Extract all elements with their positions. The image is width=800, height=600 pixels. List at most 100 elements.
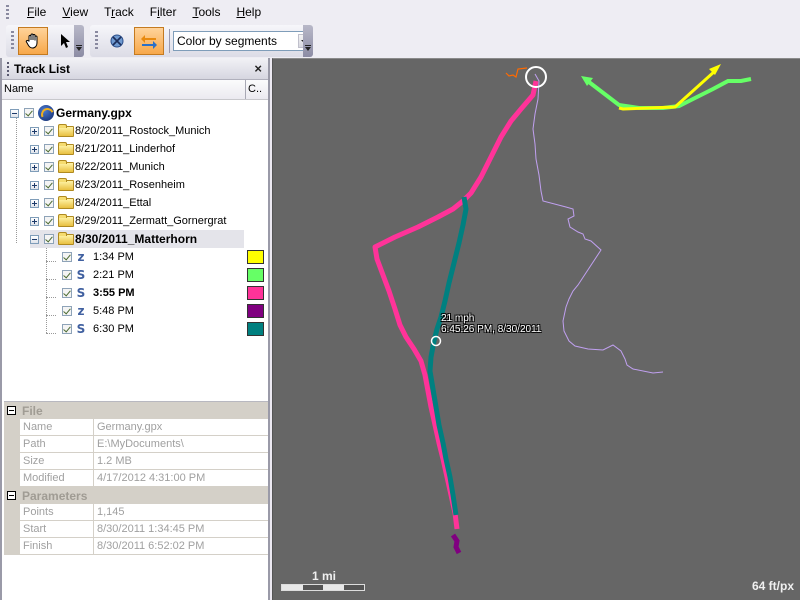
clear-button[interactable] bbox=[102, 27, 132, 55]
property-row[interactable]: Size 1.2 MB bbox=[4, 453, 268, 470]
track-zigzag-icon: S bbox=[76, 322, 86, 336]
map-view[interactable]: 21 mph 6:45:26 PM, 8/30/2011 1 mi 64 ft/… bbox=[272, 58, 800, 600]
menu-track[interactable]: Track bbox=[96, 5, 142, 19]
folder-checkbox[interactable] bbox=[44, 144, 54, 154]
track-checkbox[interactable] bbox=[62, 252, 72, 262]
tree-folder-selected[interactable]: 8/30/2011_Matterhorn bbox=[30, 230, 244, 248]
tools-toolbar bbox=[6, 25, 84, 57]
tree-folder[interactable]: 8/29/2011_Zermatt_Gornergrat bbox=[30, 212, 226, 230]
track-color-swatch[interactable] bbox=[247, 286, 264, 300]
property-value: 1.2 MB bbox=[94, 453, 268, 470]
track-checkbox[interactable] bbox=[62, 270, 72, 280]
property-value: E:\MyDocuments\ bbox=[94, 436, 268, 453]
toolbar-grip[interactable] bbox=[95, 31, 98, 51]
track-path-yellow[interactable] bbox=[618, 69, 717, 111]
folder-icon bbox=[58, 231, 74, 245]
property-category-parameters[interactable]: Parameters bbox=[4, 487, 268, 504]
track-checkbox[interactable] bbox=[62, 288, 72, 298]
color-mode-dropdown[interactable]: Color by segments bbox=[173, 31, 313, 51]
tree-root-germany[interactable]: Germany.gpx bbox=[10, 104, 132, 122]
menu-file[interactable]: File bbox=[19, 5, 54, 19]
toolbar-overflow-button[interactable] bbox=[74, 25, 84, 57]
tree-folder[interactable]: 8/21/2011_Linderhof bbox=[30, 140, 175, 158]
menu-bar: File View Track Filter Tools Help bbox=[0, 0, 800, 24]
property-row[interactable]: Start 8/30/2011 1:34:45 PM bbox=[4, 521, 268, 538]
collapse-icon[interactable] bbox=[10, 108, 19, 118]
folder-icon bbox=[58, 177, 74, 191]
property-row[interactable]: Points 1,145 bbox=[4, 504, 268, 521]
column-name[interactable]: Name bbox=[2, 80, 246, 99]
expand-icon[interactable] bbox=[30, 198, 39, 208]
swap-direction-button[interactable] bbox=[134, 27, 164, 55]
track-item[interactable]: S 3:55 PM bbox=[62, 284, 268, 302]
property-value: 1,145 bbox=[94, 504, 268, 521]
collapse-icon[interactable] bbox=[7, 406, 16, 415]
folder-checkbox[interactable] bbox=[44, 180, 54, 190]
track-path-green[interactable] bbox=[583, 77, 752, 110]
folder-checkbox[interactable] bbox=[44, 162, 54, 172]
expand-icon[interactable] bbox=[30, 216, 39, 226]
property-row[interactable]: Name Germany.gpx bbox=[4, 419, 268, 436]
menu-grip[interactable] bbox=[6, 5, 9, 19]
track-path-pink[interactable] bbox=[372, 80, 539, 530]
track-item[interactable]: z 1:34 PM bbox=[62, 248, 268, 266]
track-item[interactable]: S 2:21 PM bbox=[62, 266, 268, 284]
folder-icon bbox=[58, 213, 74, 227]
property-value: Germany.gpx bbox=[94, 419, 268, 436]
track-path-orange[interactable] bbox=[505, 67, 528, 78]
property-category-file[interactable]: File bbox=[4, 402, 268, 419]
track-color-swatch[interactable] bbox=[247, 304, 264, 318]
expand-icon[interactable] bbox=[30, 180, 39, 190]
folder-checkbox[interactable] bbox=[44, 126, 54, 136]
track-label: 5:48 PM bbox=[93, 305, 134, 317]
menu-help[interactable]: Help bbox=[228, 5, 269, 19]
expand-icon[interactable] bbox=[30, 126, 39, 136]
collapse-icon[interactable] bbox=[30, 234, 39, 244]
track-checkbox[interactable] bbox=[62, 324, 72, 334]
track-item[interactable]: z 5:48 PM bbox=[62, 302, 268, 320]
folder-checkbox[interactable] bbox=[44, 234, 54, 244]
close-icon[interactable]: × bbox=[254, 61, 262, 76]
property-row[interactable]: Path E:\MyDocuments\ bbox=[4, 436, 268, 453]
track-path-teal[interactable] bbox=[427, 196, 469, 516]
folder-label: 8/29/2011_Zermatt_Gornergrat bbox=[75, 215, 227, 227]
track-label: 3:55 PM bbox=[93, 287, 135, 299]
folder-checkbox[interactable] bbox=[44, 198, 54, 208]
track-color-swatch[interactable] bbox=[247, 322, 264, 336]
collapse-icon[interactable] bbox=[7, 491, 16, 500]
property-grid: File Name Germany.gpx Path E:\MyDocument… bbox=[4, 401, 268, 555]
row-gutter bbox=[4, 419, 20, 436]
toolbar-separator bbox=[169, 29, 170, 53]
property-key: Modified bbox=[20, 470, 94, 487]
track-path-lavender[interactable] bbox=[532, 73, 664, 374]
root-checkbox[interactable] bbox=[24, 108, 34, 118]
menu-tools[interactable]: Tools bbox=[184, 5, 228, 19]
toolbar-overflow-button[interactable] bbox=[303, 25, 313, 57]
track-color-swatch[interactable] bbox=[247, 250, 264, 264]
menu-view[interactable]: View bbox=[54, 5, 96, 19]
folder-label: 8/23/2011_Rosenheim bbox=[75, 179, 185, 191]
property-key: Points bbox=[20, 504, 94, 521]
panel-grip[interactable] bbox=[7, 61, 9, 76]
expand-icon[interactable] bbox=[30, 162, 39, 172]
tree-folder[interactable]: 8/24/2011_Ettal bbox=[30, 194, 151, 212]
property-key: Finish bbox=[20, 538, 94, 555]
tree-folder[interactable]: 8/23/2011_Rosenheim bbox=[30, 176, 185, 194]
track-color-swatch[interactable] bbox=[247, 268, 264, 282]
column-color[interactable]: C.. bbox=[246, 80, 268, 99]
tree-line bbox=[46, 247, 47, 333]
tree-line bbox=[46, 261, 56, 262]
toolbar-grip[interactable] bbox=[11, 31, 14, 51]
menu-filter[interactable]: Filter bbox=[142, 5, 185, 19]
track-path-purple[interactable] bbox=[450, 533, 462, 555]
track-zigzag-icon: S bbox=[76, 286, 86, 300]
pan-tool-button[interactable] bbox=[18, 27, 48, 55]
track-item[interactable]: S 6:30 PM bbox=[62, 320, 268, 338]
property-row[interactable]: Modified 4/17/2012 4:31:00 PM bbox=[4, 470, 268, 487]
tree-folder[interactable]: 8/20/2011_Rostock_Munich bbox=[30, 122, 211, 140]
track-checkbox[interactable] bbox=[62, 306, 72, 316]
property-row[interactable]: Finish 8/30/2011 6:52:02 PM bbox=[4, 538, 268, 555]
expand-icon[interactable] bbox=[30, 144, 39, 154]
folder-checkbox[interactable] bbox=[44, 216, 54, 226]
tree-folder[interactable]: 8/22/2011_Munich bbox=[30, 158, 165, 176]
